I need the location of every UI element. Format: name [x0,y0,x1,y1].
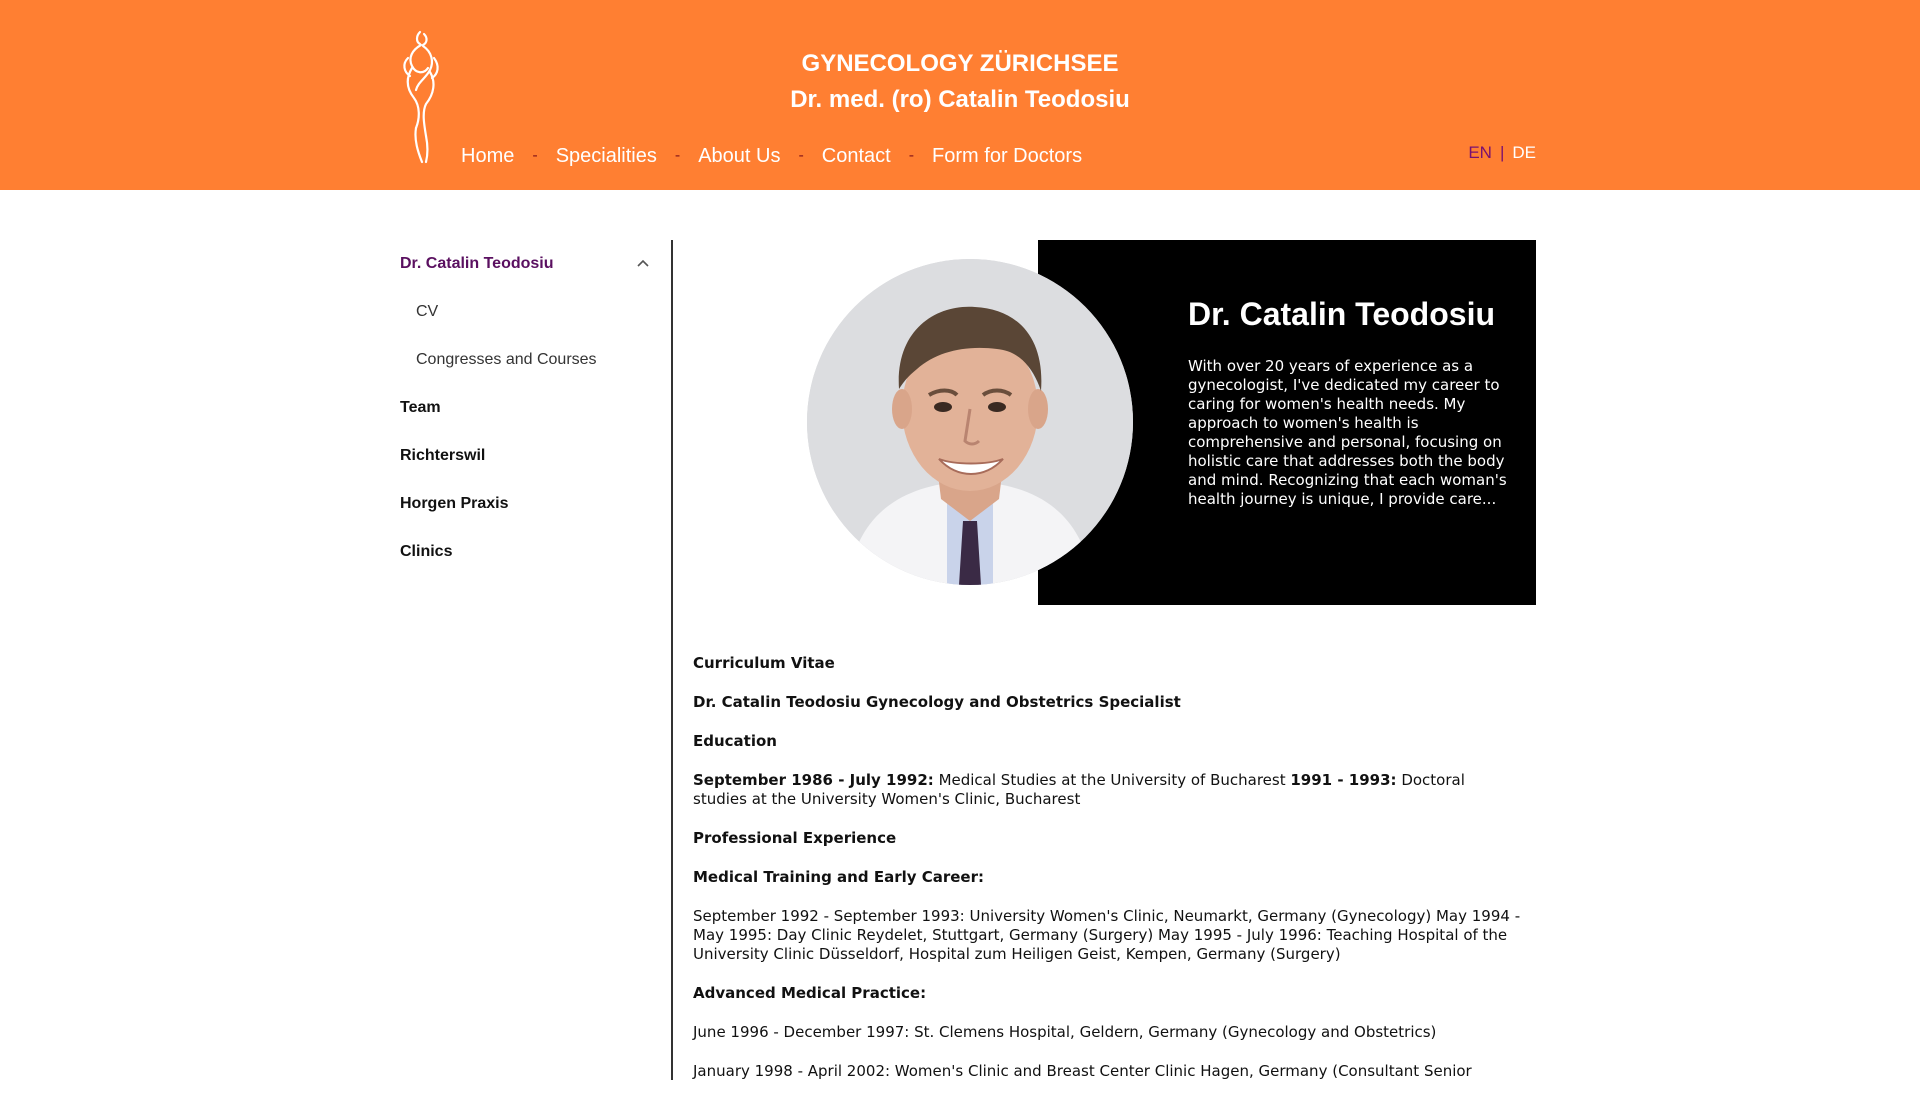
education-heading: Education [693,732,777,750]
training-paragraph: September 1992 - September 1993: Univers… [693,907,1521,963]
nav-separator: - [674,147,681,164]
sidebar-subitem-congresses-and-courses[interactable]: Congresses and Courses [400,336,655,384]
nav-contact[interactable]: Contact [822,145,891,168]
lang-en[interactable]: EN [1468,143,1492,163]
sidebar-item-team[interactable]: Team [400,384,655,432]
cv-content: Curriculum Vitae Dr. Catalin Teodosiu Gy… [693,654,1523,1101]
training-heading: Medical Training and Early Career: [693,868,984,886]
education-date-1: September 1986 - July 1992: [693,771,934,789]
sidebar-divider [671,240,673,1080]
nav-about-us[interactable]: About Us [698,145,780,168]
hero-doctor-name: Dr. Catalin Teodosiu [1188,296,1495,332]
nav-separator: - [532,147,538,164]
nav-separator: - [908,147,915,164]
site-title: GYNECOLOGY ZÜRICHSEE Dr. med. (ro) Catal… [0,46,1920,118]
cv-subtitle: Dr. Catalin Teodosiu Gynecology and Obst… [693,693,1181,711]
advanced-paragraph-1: June 1996 - December 1997: St. Clemens H… [693,1023,1437,1041]
doctor-portrait-image [807,259,1133,585]
nav-specialities[interactable]: Specialities [556,145,657,168]
site-header: GYNECOLOGY ZÜRICHSEE Dr. med. (ro) Catal… [0,0,1920,190]
sidebar-item-dr-catalin-teodosiu[interactable]: Dr. Catalin Teodosiu [400,240,655,288]
sidebar: Dr. Catalin Teodosiu CV Congresses and C… [400,240,655,576]
sidebar-item-clinics[interactable]: Clinics [400,528,655,576]
advanced-paragraph-2: January 1998 - April 2002: Women's Clini… [693,1062,1472,1080]
lang-divider: | [1499,143,1505,162]
language-switcher: EN | DE [1468,143,1536,163]
main-nav: Home - Specialities - About Us - Contact… [461,141,1082,171]
site-title-line2: Dr. med. (ro) Catalin Teodosiu [790,86,1130,113]
education-text-1: Medical Studies at the University of Buc… [933,771,1291,789]
experience-heading: Professional Experience [693,829,897,847]
chevron-up-icon[interactable] [635,256,651,272]
site-title-line1: GYNECOLOGY ZÜRICHSEE [801,50,1119,77]
nav-form-for-doctors[interactable]: Form for Doctors [932,145,1082,168]
cv-heading: Curriculum Vitae [693,654,835,672]
advanced-heading: Advanced Medical Practice: [693,984,927,1002]
sidebar-item-horgen-praxis[interactable]: Horgen Praxis [400,480,655,528]
hero-intro-text: With over 20 years of experience as a gy… [1188,357,1507,508]
sidebar-item-label: Dr. Catalin Teodosiu [400,255,554,272]
sidebar-item-richterswil[interactable]: Richterswil [400,432,655,480]
lang-de[interactable]: DE [1512,143,1536,163]
education-date-2: 1991 - 1993: [1290,771,1397,789]
sidebar-subitem-cv[interactable]: CV [400,288,655,336]
education-paragraph: September 1986 - July 1992: Medical Stud… [693,771,1523,809]
nav-separator: - [798,147,804,164]
nav-home[interactable]: Home [461,145,514,168]
